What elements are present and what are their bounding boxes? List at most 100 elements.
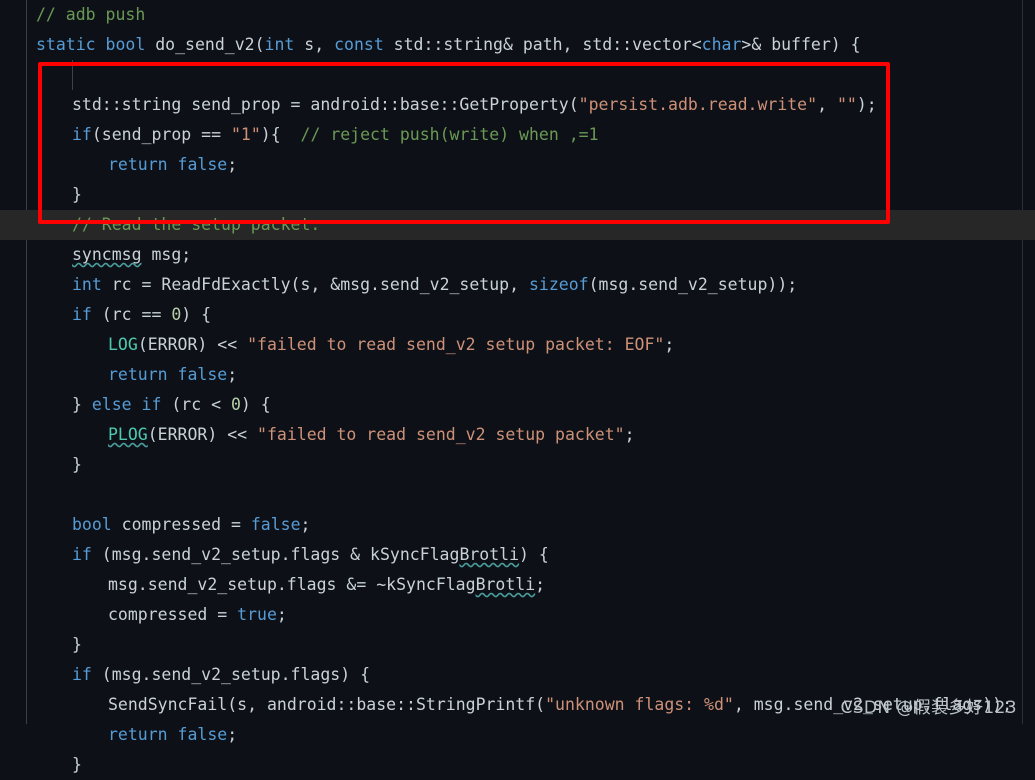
code-token-keyword: if [72,305,92,324]
code-token-param: s, [294,35,335,54]
code-line[interactable]: if (rc == 0) { [0,300,1035,330]
code-token-number: 0 [230,395,241,414]
code-token-keyword: const [334,35,384,54]
code-token-punct: , [817,95,837,114]
code-token-macro: PLOG [108,425,148,444]
code-token-ident: Brotli [459,545,520,564]
code-line[interactable]: return false; [0,150,1035,180]
code-token-expr: msg.send_v2_setup.flags &= ~kSyncFlag [108,575,476,594]
code-line[interactable]: } else if (rc < 0) { [0,390,1035,420]
code-token-keyword: if [72,125,92,144]
code-token-punct: ; [227,155,238,174]
code-line[interactable]: } [0,750,1035,780]
code-token-var: msg; [141,245,192,264]
code-token-literal: false [167,725,228,744]
code-token-keyword: return [108,155,168,174]
code-token-expr: (s, android::base::StringPrintf( [227,695,546,714]
code-token-expr: (send_prop == [91,125,231,144]
code-token-macro: LOG [108,335,138,354]
code-token-brace: } [72,635,82,654]
code-token-punct: ; [664,335,675,354]
csdn-watermark: CSDN @假装多好123 [840,698,1017,718]
code-token-brace: } [72,185,82,204]
code-line-blank[interactable] [0,480,1035,510]
code-token-punct: ; [276,605,287,624]
code-token-expr: (rc == [91,305,172,324]
code-token-keyword: if [72,545,92,564]
code-line[interactable]: bool compressed = false; [0,510,1035,540]
code-token-punct: ) { [519,545,549,564]
code-line[interactable]: syncmsg msg; [0,240,1035,270]
code-token-type: bool [72,515,112,534]
code-line[interactable]: if (msg.send_v2_setup.flags & kSyncFlagB… [0,540,1035,570]
code-token-type: int [72,275,102,294]
code-token-brace: } [72,455,82,474]
code-token-punct: ; [227,725,238,744]
code-line[interactable]: return false; [0,720,1035,750]
code-token-param: std::string& path, std::vector< [383,35,702,54]
code-token-string: "1" [230,125,261,144]
code-token-expr: (msg.send_v2_setup.flags & kSyncFlag [91,545,460,564]
code-token-punct: ; [300,515,311,534]
code-token-comment: // adb push [36,5,146,24]
code-token-keyword: else [91,395,132,414]
code-token-expr: (ERROR) << [147,425,258,444]
code-line[interactable]: return false; [0,360,1035,390]
code-token-punct: ; [624,425,635,444]
code-token-comment: // reject push(write) when ,=1 [300,125,599,144]
code-token-string: "failed to read send_v2 setup packet" [257,425,625,444]
code-token-type: int [264,35,295,54]
code-line[interactable]: if (msg.send_v2_setup.flags) { [0,660,1035,690]
code-line[interactable]: // adb push [0,0,1035,30]
code-token-comment: // Read the setup packet. [72,215,321,234]
code-line[interactable]: msg.send_v2_setup.flags &= ~kSyncFlagBro… [0,570,1035,600]
code-token-keyword: if [72,665,92,684]
code-editor[interactable]: // adb push static bool do_send_v2(int s… [0,0,1035,774]
code-line-blank[interactable] [0,60,1035,90]
code-line[interactable]: PLOG(ERROR) << "failed to read send_v2 s… [0,420,1035,450]
code-token-punct: ); [856,95,877,114]
code-line[interactable]: // Read the setup packet. [0,210,1035,240]
code-token-punct: ; [535,575,546,594]
code-line[interactable]: } [0,450,1035,480]
code-token-expr: (rc < [161,395,231,414]
code-token-brace: } [72,395,92,414]
code-token-var: compressed = [111,515,251,534]
code-line[interactable]: if(send_prop == "1"){ // reject push(wri… [0,120,1035,150]
code-token-literal: true [237,605,277,624]
code-token-punct: ) { [240,395,271,414]
code-line[interactable]: std::string send_prop = android::base::G… [0,90,1035,120]
code-token-function-name: SendSyncFail [108,695,228,714]
code-token-keyword: return [108,725,168,744]
code-token-function-name: do_send_v2 [155,35,255,54]
code-line[interactable]: LOG(ERROR) << "failed to read send_v2 se… [0,330,1035,360]
code-token-decl: std::string send_prop = android::base::G… [72,95,579,114]
code-token-type: bool [105,35,146,54]
code-token-literal: false [167,155,228,174]
code-line[interactable]: int rc = ReadFdExactly(s, &msg.send_v2_s… [0,270,1035,300]
code-token-literal: false [250,515,301,534]
code-token-string: "persist.adb.read.write" [578,95,818,114]
code-token-expr: rc = ReadFdExactly(s, &msg.send_v2_setup… [101,275,529,294]
code-token-punct: ; [227,365,238,384]
code-token-keyword: static [36,35,96,54]
code-line[interactable]: } [0,180,1035,210]
code-token-expr: (ERROR) << [137,335,248,354]
code-line[interactable]: } [0,630,1035,660]
code-token-expr: (msg.send_v2_setup)); [588,275,798,294]
code-token-ident: Brotli [475,575,536,594]
indent-guide [72,60,73,90]
code-token-expr: (msg.send_v2_setup.flags) { [91,665,371,684]
code-token-keyword: if [131,395,162,414]
code-token-keyword: return [108,365,168,384]
code-token-param: >& buffer) { [741,35,861,54]
code-line[interactable]: compressed = true; [0,600,1035,630]
code-line[interactable]: static bool do_send_v2(int s, const std:… [0,30,1035,60]
code-token-type: char [701,35,742,54]
code-token-string: "" [836,95,857,114]
code-content[interactable]: // adb push static bool do_send_v2(int s… [0,0,1035,780]
code-token-brace: } [72,755,82,774]
code-token-punct: ){ [260,125,301,144]
